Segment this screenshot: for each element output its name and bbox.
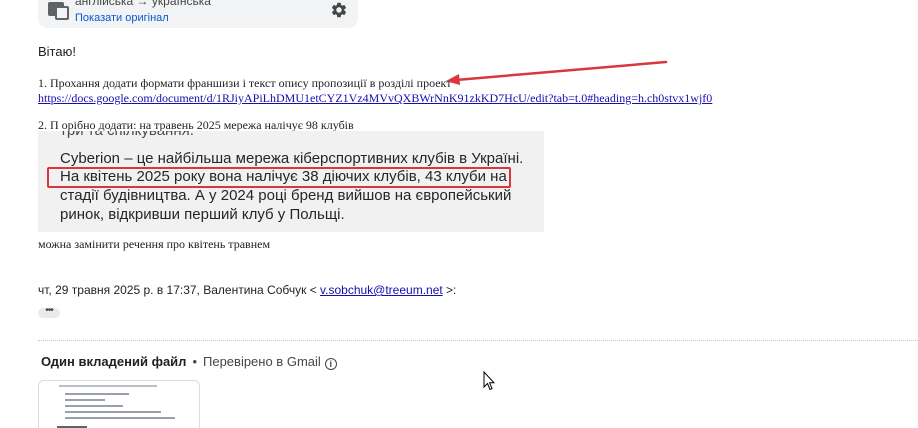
quoted-screenshot: три та спілкування. Cyberion – це найбіл…	[38, 131, 544, 232]
message-item-1: 1. Прохання додати формати франшизи і те…	[38, 76, 452, 90]
show-trimmed-content-button[interactable]: •••	[38, 306, 60, 318]
gear-icon[interactable]	[330, 1, 348, 19]
attachments-divider	[38, 340, 918, 341]
quote-line-4: ринок, відкривши перший клуб у Польщі.	[60, 206, 345, 223]
attachment-thumbnail[interactable]	[38, 380, 200, 428]
quote-line-1: Cyberion – це найбільша мережа кіберспор…	[60, 150, 524, 167]
attachment-count: Один вкладений файл	[41, 354, 187, 369]
message-item-3: можна замінити речення про квітень травн…	[38, 237, 271, 251]
thumb-text-line	[65, 411, 161, 413]
thumb-text-line	[65, 405, 123, 407]
quoted-suffix: >:	[442, 283, 457, 297]
quoted-date-author: чт, 29 травня 2025 р. в 17:37, Валентина…	[38, 283, 321, 297]
highlight-box	[47, 167, 511, 188]
translation-bar: англійська → українська Показати оригіна…	[38, 0, 358, 28]
thumb-text-line	[65, 393, 129, 395]
thumb-text-line	[65, 417, 175, 419]
thumb-text-line	[59, 385, 157, 387]
message-greeting: Вітаю!	[38, 44, 76, 59]
scan-status: Перевірено в Gmail	[203, 354, 321, 369]
quote-line-3: стадії будівництва. А у 2024 році бренд …	[60, 187, 512, 204]
translation-languages[interactable]: англійська → українська	[75, 0, 211, 8]
annotation-arrow	[446, 60, 668, 85]
translate-icon	[48, 2, 69, 20]
attachment-separator: •	[192, 354, 197, 369]
google-doc-link[interactable]: https://docs.google.com/document/d/1RJiy…	[38, 91, 712, 106]
thumb-text-line	[65, 399, 105, 401]
quoted-message-header: чт, 29 травня 2025 р. в 17:37, Валентина…	[38, 283, 456, 297]
quote-cut-line: три та спілкування.	[60, 131, 194, 139]
sender-email-link[interactable]: v.sobchuk@treeum.net	[320, 283, 443, 297]
info-icon[interactable]: i	[324, 358, 337, 370]
mouse-cursor-icon	[483, 371, 495, 391]
show-original-link[interactable]: Показати оригінал	[75, 12, 169, 24]
attachments-header: Один вкладений файл • Перевірено в Gmail i	[41, 354, 337, 370]
